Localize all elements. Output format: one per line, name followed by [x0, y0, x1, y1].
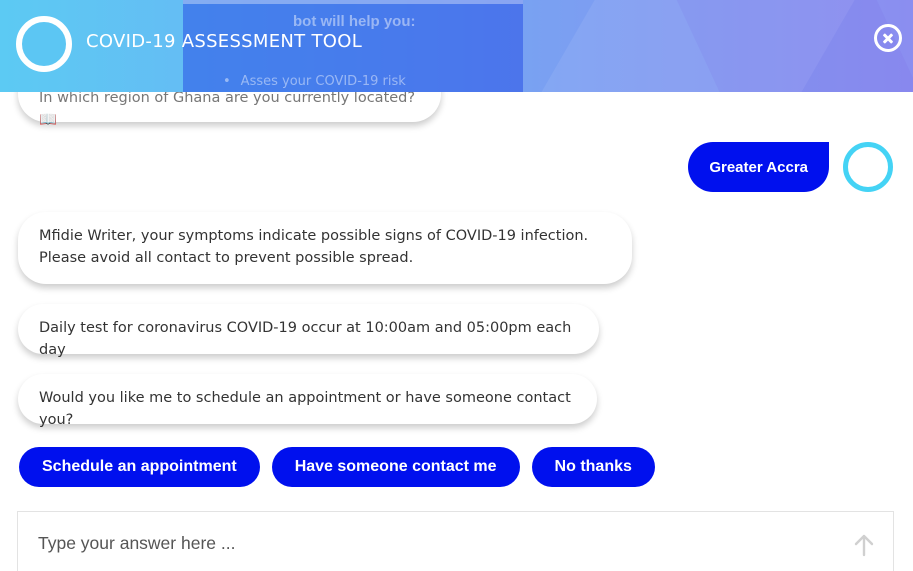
answer-input[interactable] — [38, 528, 798, 558]
background-panel-title: bot will help you: — [293, 13, 416, 30]
contact-me-button[interactable]: Have someone contact me — [271, 447, 520, 487]
user-message-row: Greater Accra — [688, 142, 893, 192]
chat-header: bot will help you: Asses your COVID-19 r… — [0, 0, 913, 92]
input-bar — [17, 511, 894, 571]
header-title: COVID-19 ASSESSMENT TOOL — [86, 31, 363, 52]
bot-message-daily-test: Daily test for coronavirus COVID-19 occu… — [18, 304, 599, 358]
user-message-greater-accra: Greater Accra — [688, 142, 829, 192]
arrow-up-icon — [854, 534, 874, 557]
send-button[interactable] — [851, 532, 877, 558]
no-thanks-button[interactable]: No thanks — [531, 447, 655, 487]
bot-message-symptoms: Mfidie Writer, your symptoms indicate po… — [18, 212, 632, 284]
user-avatar — [843, 142, 893, 192]
close-icon[interactable] — [874, 24, 902, 52]
schedule-appointment-button[interactable]: Schedule an appointment — [19, 447, 260, 487]
bot-logo-icon — [16, 16, 72, 72]
bot-message-schedule-question: Would you like me to schedule an appoint… — [18, 374, 597, 428]
quick-replies: Schedule an appointment Have someone con… — [19, 447, 655, 487]
background-panel-item: Asses your COVID-19 risk — [223, 74, 406, 89]
